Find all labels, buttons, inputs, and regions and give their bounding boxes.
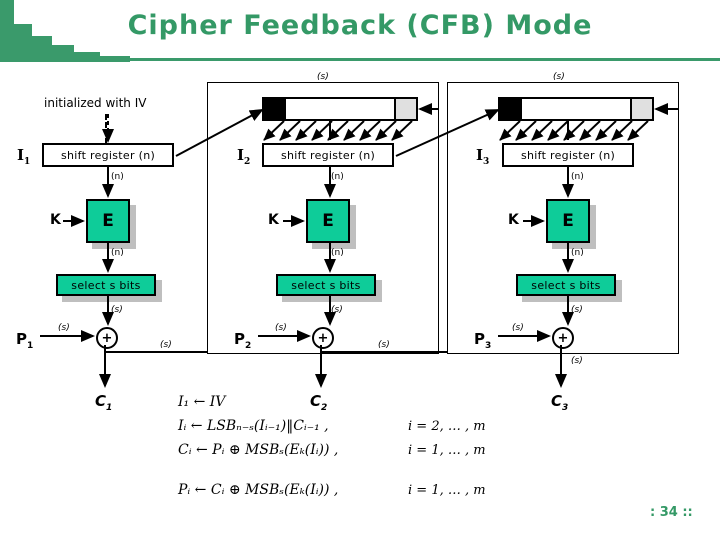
formula-3: Pᵢ ← Cᵢ ⊕ MSBₛ(Eₖ(Iᵢ)) , [178,482,339,498]
stage-1-plain-in-width: (s) [58,323,70,333]
stage-1-select-block[interactable]: select s bits [56,274,156,296]
stage-2-encrypt-label: E [322,211,334,231]
stage-3-encrypt-label: E [562,211,574,231]
stage-1-plaintext-label: P1 [16,330,33,351]
stage-3-ciphertext-label: C3 [551,392,568,413]
stage-1-shift-register-label: shift register (n) [60,148,156,162]
stage-3-feedback-width: (s) [571,356,583,366]
stage-2-input-sub: 2 [244,157,251,167]
stage-2-sel-out-width: (s) [331,305,343,315]
stage-1-input-sub: 1 [24,157,31,167]
stage-3-shift-register-label: shift register (n) [520,148,616,162]
stage-2-shift-register-label: shift register (n) [280,148,376,162]
stage-2-plaintext-sub: 2 [245,341,252,351]
page-number: : 34 :: [650,505,693,520]
stage-2-inserted-cell [394,97,418,121]
stage-2-select-label: select s bits [291,278,361,292]
stage-3-input-letter: I [476,146,484,164]
stage-3-top-feedback-width: (s) [553,72,565,82]
stage-2-input-letter: I [237,146,245,164]
stage-3-encrypt-block[interactable]: E [546,199,590,243]
stage-3-plaintext-letter: P [474,330,485,348]
stage-3-shift-register[interactable]: shift register (n) [502,143,634,167]
stage-1-shift-register[interactable]: shift register (n) [42,143,174,167]
stage-3-key-label: K [508,212,519,228]
stage-2-encrypt-block[interactable]: E [306,199,350,243]
stage-2-xor-symbol: + [317,330,329,346]
stage-3-discarded-cell [498,97,522,121]
iv-dashed-line [105,114,107,144]
stage-1-reg-out-width: (n) [111,172,124,182]
stage-2-discarded-cell [262,97,286,121]
stage-3-reg-out-width: (n) [571,172,584,182]
stage-1-key-label: K [50,212,61,228]
stage-2-feedback-width: (s) [378,340,390,350]
formula-1-range: i = 2, … , m [408,419,486,434]
formula-2: Cᵢ ← Pᵢ ⊕ MSBₛ(Eₖ(Iᵢ)) , [178,442,339,458]
stage-3-inserted-cell [630,97,654,121]
stage-1-plaintext-letter: P [16,330,27,348]
title-band: Cipher Feedback (CFB) Mode [0,0,720,62]
slide-canvas: Cipher Feedback (CFB) Mode initialized w… [0,0,720,540]
stage-2-ciphertext-sub: 2 [321,403,328,413]
stage-3-enc-out-width: (n) [571,248,584,258]
stage-1-ciphertext-label: C1 [95,392,112,413]
stage-3-sel-out-width: (s) [571,305,583,315]
stage-1-enc-out-width: (n) [111,248,124,258]
stage-3-input-sub: 3 [483,157,490,167]
stage-3-select-block[interactable]: select s bits [516,274,616,296]
stage-1-xor[interactable]: + [96,327,118,349]
stage-2-plaintext-letter: P [234,330,245,348]
stage-2-select-block[interactable]: select s bits [276,274,376,296]
stage-3-ciphertext-letter: C [551,392,563,410]
stage-2-shift-register[interactable]: shift register (n) [262,143,394,167]
stage-1-plaintext-sub: 1 [27,341,34,351]
stage-3-input-label: I3 [476,146,489,167]
stage-3-xor[interactable]: + [552,327,574,349]
stage-1-xor-symbol: + [101,330,113,346]
stage-2-reg-out-width: (n) [331,172,344,182]
stage-3-plaintext-sub: 3 [485,341,492,351]
stage-2-plaintext-label: P2 [234,330,251,351]
formula-1: Iᵢ ← LSBₙ₋ₛ(Iᵢ₋₁)‖Cᵢ₋₁ , [178,418,329,434]
stage-1-feedback-width: (s) [160,340,172,350]
stage-2-plain-in-width: (s) [275,323,287,333]
stage-3-plain-in-width: (s) [512,323,524,333]
page-title: Cipher Feedback (CFB) Mode [127,10,593,41]
stage-1-encrypt-block[interactable]: E [86,199,130,243]
iv-note: initialized with IV [44,96,147,110]
stage-3-ciphertext-sub: 3 [562,403,569,413]
stage-1-ciphertext-sub: 1 [106,403,113,413]
stage-2-top-feedback-width: (s) [317,72,329,82]
stage-2-ciphertext-letter: C [310,392,322,410]
stage-2-enc-out-width: (n) [331,248,344,258]
stage-1-sel-out-width: (s) [111,305,123,315]
stage-3-select-label: select s bits [531,278,601,292]
stage-3-xor-symbol: + [557,330,569,346]
stage-2-key-label: K [268,212,279,228]
title-divider [0,58,720,61]
formula-2-range: i = 1, … , m [408,443,486,458]
stage-2-input-label: I2 [237,146,250,167]
stage-2-ciphertext-label: C2 [310,392,327,413]
stage-1-encrypt-label: E [102,211,114,231]
formula-0: I₁ ← IV [178,394,226,410]
stage-3-plaintext-label: P3 [474,330,491,351]
stage-1-input-label: I1 [17,146,30,167]
stage-1-ciphertext-letter: C [95,392,107,410]
formula-3-range: i = 1, … , m [408,483,486,498]
stage-2-xor[interactable]: + [312,327,334,349]
stage-1-select-label: select s bits [71,278,141,292]
stage-1-input-letter: I [17,146,25,164]
